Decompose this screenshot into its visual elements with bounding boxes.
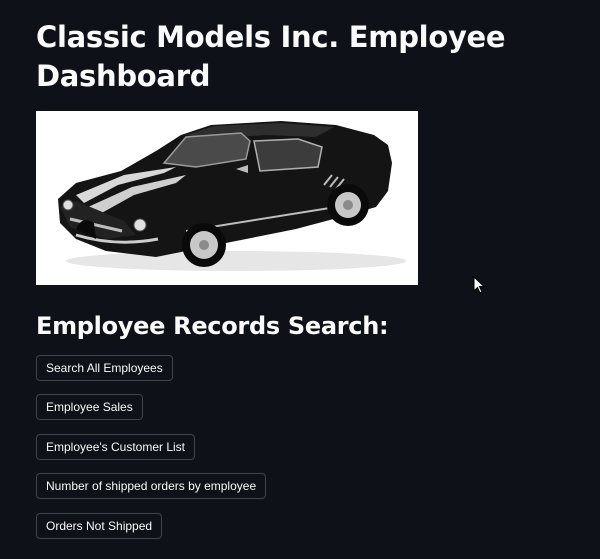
- employee-records-search-heading: Employee Records Search:: [36, 312, 389, 340]
- orders-not-shipped-button[interactable]: Orders Not Shipped: [36, 513, 163, 539]
- page-title: Classic Models Inc. Employee Dashboard: [36, 20, 506, 93]
- shipped-orders-by-employee-button[interactable]: Number of shipped orders by employee: [36, 473, 267, 499]
- dashboard-page: Classic Models Inc. Employee Dashboard E…: [0, 0, 600, 559]
- employee-sales-button[interactable]: Employee Sales: [36, 394, 143, 420]
- search-all-employees-button[interactable]: Search All Employees: [36, 355, 173, 381]
- mouse-pointer-icon: [473, 276, 485, 294]
- hero-car-image: [36, 111, 418, 285]
- employee-customer-list-button[interactable]: Employee's Customer List: [36, 434, 196, 460]
- black-muscle-car-icon: [36, 111, 418, 285]
